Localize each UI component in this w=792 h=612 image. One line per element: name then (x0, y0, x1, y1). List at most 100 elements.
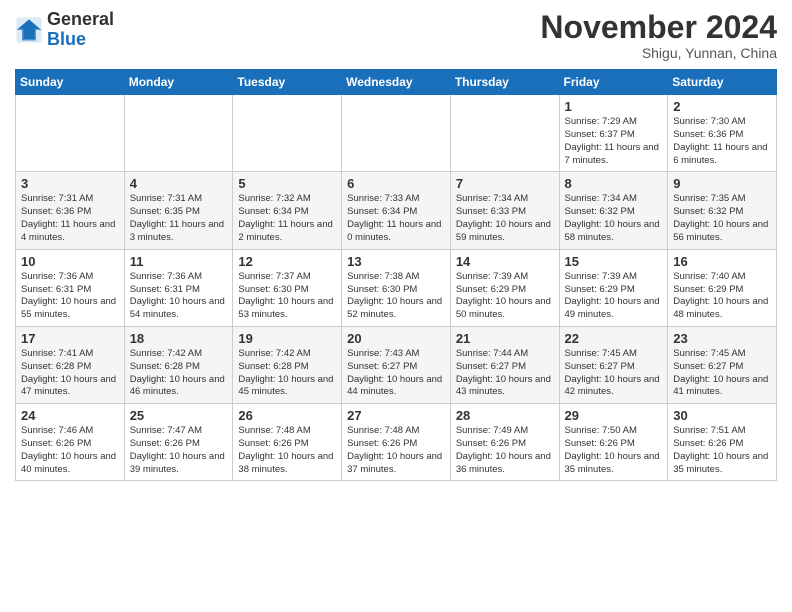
day-info: Sunrise: 7:29 AMSunset: 6:37 PMDaylight:… (565, 116, 663, 167)
day-number: 21 (456, 331, 554, 346)
day-number: 24 (21, 408, 119, 423)
calendar-cell: 16 Sunrise: 7:40 AMSunset: 6:29 PMDayligh… (668, 249, 777, 326)
header-monday: Monday (124, 70, 233, 95)
calendar-cell: 22Sunrise: 7:45 AMSunset: 6:27 PMDayligh… (559, 326, 668, 403)
calendar-cell: 13Sunrise: 7:38 AMSunset: 6:30 PMDayligh… (342, 249, 451, 326)
calendar-cell: 23 Sunrise: 7:45 AMSunset: 6:27 PMDayligh… (668, 326, 777, 403)
day-number: 2 (673, 99, 771, 114)
day-number: 13 (347, 254, 445, 269)
calendar-cell: 10 Sunrise: 7:36 AMSunset: 6:31 PMDayligh… (16, 249, 125, 326)
day-info: Sunrise: 7:31 AMSunset: 6:36 PMDaylight:… (21, 193, 119, 244)
day-number: 12 (238, 254, 336, 269)
logo-text: General Blue (47, 10, 114, 50)
calendar-cell: 29 Sunrise: 7:50 AMSunset: 6:26 PMDayligh… (559, 404, 668, 481)
calendar-cell: 18 Sunrise: 7:42 AMSunset: 6:28 PMDayligh… (124, 326, 233, 403)
day-number: 17 (21, 331, 119, 346)
calendar-cell: 25 Sunrise: 7:47 AMSunset: 6:26 PMDayligh… (124, 404, 233, 481)
day-number: 27 (347, 408, 445, 423)
header-thursday: Thursday (450, 70, 559, 95)
day-info: Sunrise: 7:51 AMSunset: 6:26 PMDaylight:… (673, 425, 771, 476)
day-info: Sunrise: 7:45 AMSunset: 6:27 PMDaylight:… (673, 348, 771, 399)
day-info: Sunrise: 7:49 AMSunset: 6:26 PMDaylight:… (456, 425, 554, 476)
day-info: Sunrise: 7:34 AMSunset: 6:32 PMDaylight:… (565, 193, 663, 244)
day-number: 4 (130, 176, 228, 191)
calendar-cell (342, 95, 451, 172)
day-info: Sunrise: 7:30 AMSunset: 6:36 PMDaylight:… (673, 116, 771, 167)
day-info: Sunrise: 7:32 AMSunset: 6:34 PMDaylight:… (238, 193, 336, 244)
day-info: Sunrise: 7:42 AMSunset: 6:28 PMDaylight:… (238, 348, 336, 399)
calendar-cell: 19 Sunrise: 7:42 AMSunset: 6:28 PMDayligh… (233, 326, 342, 403)
day-info: Sunrise: 7:43 AMSunset: 6:27 PMDaylight:… (347, 348, 445, 399)
day-number: 20 (347, 331, 445, 346)
day-number: 18 (130, 331, 228, 346)
week-row-2: 10 Sunrise: 7:36 AMSunset: 6:31 PMDayligh… (16, 249, 777, 326)
calendar-cell: 2 Sunrise: 7:30 AMSunset: 6:36 PMDaylight… (668, 95, 777, 172)
calendar-cell (16, 95, 125, 172)
month-title: November 2024 (540, 10, 777, 45)
calendar-cell (450, 95, 559, 172)
day-info: Sunrise: 7:37 AMSunset: 6:30 PMDaylight:… (238, 271, 336, 322)
day-number: 3 (21, 176, 119, 191)
header-saturday: Saturday (668, 70, 777, 95)
day-number: 9 (673, 176, 771, 191)
week-row-3: 17Sunrise: 7:41 AMSunset: 6:28 PMDayligh… (16, 326, 777, 403)
day-number: 11 (130, 254, 228, 269)
calendar-cell: 15 Sunrise: 7:39 AMSunset: 6:29 PMDayligh… (559, 249, 668, 326)
day-info: Sunrise: 7:39 AMSunset: 6:29 PMDaylight:… (456, 271, 554, 322)
day-info: Sunrise: 7:36 AMSunset: 6:31 PMDaylight:… (21, 271, 119, 322)
header-tuesday: Tuesday (233, 70, 342, 95)
day-number: 1 (565, 99, 663, 114)
day-info: Sunrise: 7:42 AMSunset: 6:28 PMDaylight:… (130, 348, 228, 399)
calendar-cell: 27Sunrise: 7:48 AMSunset: 6:26 PMDayligh… (342, 404, 451, 481)
day-info: Sunrise: 7:31 AMSunset: 6:35 PMDaylight:… (130, 193, 228, 244)
day-info: Sunrise: 7:40 AMSunset: 6:29 PMDaylight:… (673, 271, 771, 322)
calendar-cell: 17Sunrise: 7:41 AMSunset: 6:28 PMDayligh… (16, 326, 125, 403)
title-block: November 2024 Shigu, Yunnan, China (540, 10, 777, 61)
calendar-cell: 6 Sunrise: 7:33 AMSunset: 6:34 PMDaylight… (342, 172, 451, 249)
calendar-cell: 11Sunrise: 7:36 AMSunset: 6:31 PMDayligh… (124, 249, 233, 326)
page: General Blue November 2024 Shigu, Yunnan… (0, 0, 792, 491)
day-number: 15 (565, 254, 663, 269)
calendar-cell: 24 Sunrise: 7:46 AMSunset: 6:26 PMDayligh… (16, 404, 125, 481)
day-number: 14 (456, 254, 554, 269)
week-row-0: 1 Sunrise: 7:29 AMSunset: 6:37 PMDaylight… (16, 95, 777, 172)
logo: General Blue (15, 10, 114, 50)
day-number: 8 (565, 176, 663, 191)
calendar-cell: 12 Sunrise: 7:37 AMSunset: 6:30 PMDayligh… (233, 249, 342, 326)
day-number: 16 (673, 254, 771, 269)
header: General Blue November 2024 Shigu, Yunnan… (15, 10, 777, 61)
day-number: 28 (456, 408, 554, 423)
calendar-cell: 20 Sunrise: 7:43 AMSunset: 6:27 PMDayligh… (342, 326, 451, 403)
header-sunday: Sunday (16, 70, 125, 95)
weekday-header-row: Sunday Monday Tuesday Wednesday Thursday… (16, 70, 777, 95)
day-info: Sunrise: 7:46 AMSunset: 6:26 PMDaylight:… (21, 425, 119, 476)
day-info: Sunrise: 7:39 AMSunset: 6:29 PMDaylight:… (565, 271, 663, 322)
day-info: Sunrise: 7:34 AMSunset: 6:33 PMDaylight:… (456, 193, 554, 244)
day-number: 10 (21, 254, 119, 269)
day-info: Sunrise: 7:35 AMSunset: 6:32 PMDaylight:… (673, 193, 771, 244)
day-number: 19 (238, 331, 336, 346)
calendar-cell: 26Sunrise: 7:48 AMSunset: 6:26 PMDayligh… (233, 404, 342, 481)
calendar-cell: 9 Sunrise: 7:35 AMSunset: 6:32 PMDaylight… (668, 172, 777, 249)
day-number: 22 (565, 331, 663, 346)
day-number: 29 (565, 408, 663, 423)
calendar-cell: 21 Sunrise: 7:44 AMSunset: 6:27 PMDayligh… (450, 326, 559, 403)
calendar-cell: 5Sunrise: 7:32 AMSunset: 6:34 PMDaylight… (233, 172, 342, 249)
calendar-cell: 3 Sunrise: 7:31 AMSunset: 6:36 PMDaylight… (16, 172, 125, 249)
day-number: 6 (347, 176, 445, 191)
logo-general: General (47, 10, 114, 30)
day-info: Sunrise: 7:50 AMSunset: 6:26 PMDaylight:… (565, 425, 663, 476)
day-info: Sunrise: 7:33 AMSunset: 6:34 PMDaylight:… (347, 193, 445, 244)
day-info: Sunrise: 7:47 AMSunset: 6:26 PMDaylight:… (130, 425, 228, 476)
day-info: Sunrise: 7:44 AMSunset: 6:27 PMDaylight:… (456, 348, 554, 399)
calendar-cell: 14 Sunrise: 7:39 AMSunset: 6:29 PMDayligh… (450, 249, 559, 326)
calendar-cell: 7Sunrise: 7:34 AMSunset: 6:33 PMDaylight… (450, 172, 559, 249)
calendar-cell (233, 95, 342, 172)
location: Shigu, Yunnan, China (540, 45, 777, 61)
calendar-cell: 8 Sunrise: 7:34 AMSunset: 6:32 PMDaylight… (559, 172, 668, 249)
calendar-cell: 4 Sunrise: 7:31 AMSunset: 6:35 PMDaylight… (124, 172, 233, 249)
day-number: 23 (673, 331, 771, 346)
week-row-1: 3 Sunrise: 7:31 AMSunset: 6:36 PMDaylight… (16, 172, 777, 249)
calendar-cell: 30Sunrise: 7:51 AMSunset: 6:26 PMDayligh… (668, 404, 777, 481)
day-number: 25 (130, 408, 228, 423)
